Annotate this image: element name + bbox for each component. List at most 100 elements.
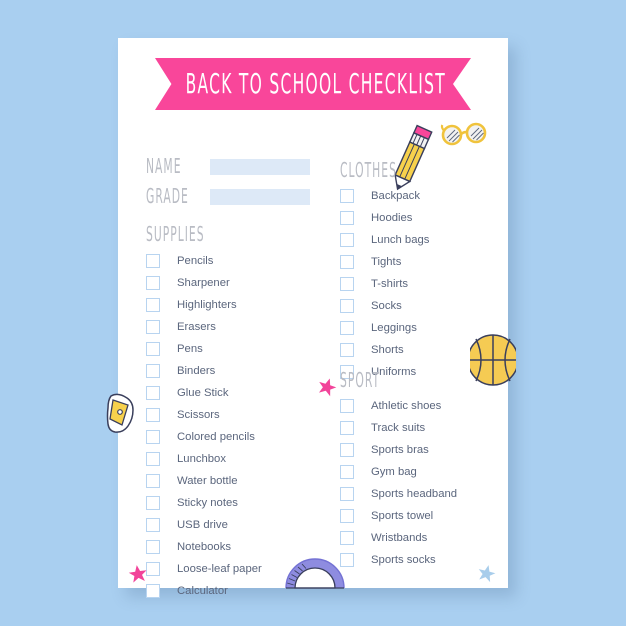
checklist-row[interactable]: Track suits xyxy=(340,417,457,439)
checklist-row[interactable]: Shorts xyxy=(340,339,429,361)
checkbox[interactable] xyxy=(146,452,160,466)
checklist-row[interactable]: Pencils xyxy=(146,250,262,272)
checkbox[interactable] xyxy=(340,443,354,457)
checklist-item-label: Binders xyxy=(177,365,216,377)
checklist-row[interactable]: USB drive xyxy=(146,514,262,536)
checklist-item-label: Water bottle xyxy=(177,475,238,487)
checklist-row[interactable]: T-shirts xyxy=(340,273,429,295)
checklist-item-label: Leggings xyxy=(371,322,417,334)
checkbox[interactable] xyxy=(340,299,354,313)
checklist-item-label: Shorts xyxy=(371,344,404,356)
checklist-item-label: Sports socks xyxy=(371,554,436,566)
banner: BACK TO SCHOOL CHECKLIST xyxy=(155,58,471,110)
checklist-row[interactable]: Calculator xyxy=(146,580,262,602)
grade-input[interactable] xyxy=(210,189,310,205)
checklist-row[interactable]: Sports towel xyxy=(340,505,457,527)
name-label: NAME xyxy=(146,156,182,180)
checklist-row[interactable]: Tights xyxy=(340,251,429,273)
checkbox[interactable] xyxy=(340,321,354,335)
checkbox[interactable] xyxy=(340,211,354,225)
checkbox[interactable] xyxy=(340,189,354,203)
checklist-row[interactable]: Lunchbox xyxy=(146,448,262,470)
checklist-item-label: Socks xyxy=(371,300,402,312)
checklist-row[interactable]: Sharpener xyxy=(146,272,262,294)
checklist-row[interactable]: Scissors xyxy=(146,404,262,426)
checklist-row[interactable]: Sports bras xyxy=(340,439,457,461)
checkbox[interactable] xyxy=(146,342,160,356)
checkbox[interactable] xyxy=(340,421,354,435)
checklist-row[interactable]: Water bottle xyxy=(146,470,262,492)
checkbox[interactable] xyxy=(340,509,354,523)
checklist-row[interactable]: Socks xyxy=(340,295,429,317)
checkbox[interactable] xyxy=(146,320,160,334)
checklist-item-label: Athletic shoes xyxy=(371,400,442,412)
glasses-icon xyxy=(440,122,487,146)
checkbox[interactable] xyxy=(340,531,354,545)
checkbox[interactable] xyxy=(146,474,160,488)
checkbox[interactable] xyxy=(146,276,160,290)
checkbox[interactable] xyxy=(146,496,160,510)
checkbox[interactable] xyxy=(146,540,160,554)
basketball-icon xyxy=(470,334,516,386)
checklist-row[interactable]: Pens xyxy=(146,338,262,360)
checklist-item-label: Calculator xyxy=(177,585,228,597)
checklist-item-label: Glue Stick xyxy=(177,387,229,399)
checklist-item-label: USB drive xyxy=(177,519,228,531)
page-title: BACK TO SCHOOL CHECKLIST xyxy=(185,68,446,100)
checklist-row[interactable]: Notebooks xyxy=(146,536,262,558)
checklist-row[interactable]: Highlighters xyxy=(146,294,262,316)
checkbox[interactable] xyxy=(340,465,354,479)
checklist-item-label: Highlighters xyxy=(177,299,237,311)
checklist-row[interactable]: Lunch bags xyxy=(340,229,429,251)
checkbox[interactable] xyxy=(340,399,354,413)
checklist-row[interactable]: Athletic shoes xyxy=(340,395,457,417)
checklist-row[interactable]: Leggings xyxy=(340,317,429,339)
checklist-item-label: Sports towel xyxy=(371,510,434,522)
checkbox[interactable] xyxy=(146,584,160,598)
checklist-item-label: Erasers xyxy=(177,321,216,333)
checklist-item-label: Colored pencils xyxy=(177,431,255,443)
checklist-item-label: Pencils xyxy=(177,255,214,267)
checkbox[interactable] xyxy=(146,364,160,378)
checklist-row[interactable]: Sports socks xyxy=(340,549,457,571)
checklist-row[interactable]: Binders xyxy=(146,360,262,382)
star-blue-bottom-right-icon xyxy=(478,565,496,583)
checklist-row[interactable]: Gym bag xyxy=(340,461,457,483)
heading-supplies: SUPPLIES xyxy=(146,224,205,248)
checkbox[interactable] xyxy=(146,254,160,268)
checklist-item-label: Notebooks xyxy=(177,541,232,553)
sport-list: Athletic shoes Track suits Sports bras Gym … xyxy=(340,395,457,571)
grade-label: GRADE xyxy=(146,186,189,210)
name-input[interactable] xyxy=(210,159,310,175)
checkbox[interactable] xyxy=(340,343,354,357)
checklist-row[interactable]: Erasers xyxy=(146,316,262,338)
sharpener-icon xyxy=(106,393,134,433)
checkbox[interactable] xyxy=(146,386,160,400)
checklist-row[interactable]: Wristbands xyxy=(340,527,457,549)
poster-canvas: BACK TO SCHOOL CHECKLIST NAME GRADE SUPP… xyxy=(0,0,626,626)
heading-sport: SPORT xyxy=(340,370,381,394)
checklist-item-label: Sports bras xyxy=(371,444,429,456)
checkbox[interactable] xyxy=(340,233,354,247)
checkbox[interactable] xyxy=(146,430,160,444)
checkbox[interactable] xyxy=(146,518,160,532)
supplies-list: Pencils Sharpener Highlighters Erasers Pens B… xyxy=(146,250,262,602)
checklist-item-label: Loose-leaf paper xyxy=(177,563,262,575)
checkbox[interactable] xyxy=(340,487,354,501)
checklist-row[interactable]: Hoodies xyxy=(340,207,429,229)
heading-clothes: CLOTHES xyxy=(340,160,397,184)
checklist-row[interactable]: Loose-leaf paper xyxy=(146,558,262,580)
clothes-list: Backpack Hoodies Lunch bags Tights T-shirts S… xyxy=(340,185,429,383)
checklist-row[interactable]: Sports headband xyxy=(340,483,457,505)
checklist-row[interactable]: Glue Stick xyxy=(146,382,262,404)
checklist-item-label: Sports headband xyxy=(371,488,458,500)
checklist-row[interactable]: Backpack xyxy=(340,185,429,207)
checkbox[interactable] xyxy=(340,277,354,291)
checklist-item-label: Scissors xyxy=(177,409,220,421)
checkbox[interactable] xyxy=(146,408,160,422)
checklist-item-label: Lunch bags xyxy=(371,234,430,246)
checklist-row[interactable]: Sticky notes xyxy=(146,492,262,514)
checkbox[interactable] xyxy=(340,255,354,269)
checkbox[interactable] xyxy=(146,298,160,312)
checklist-row[interactable]: Colored pencils xyxy=(146,426,262,448)
